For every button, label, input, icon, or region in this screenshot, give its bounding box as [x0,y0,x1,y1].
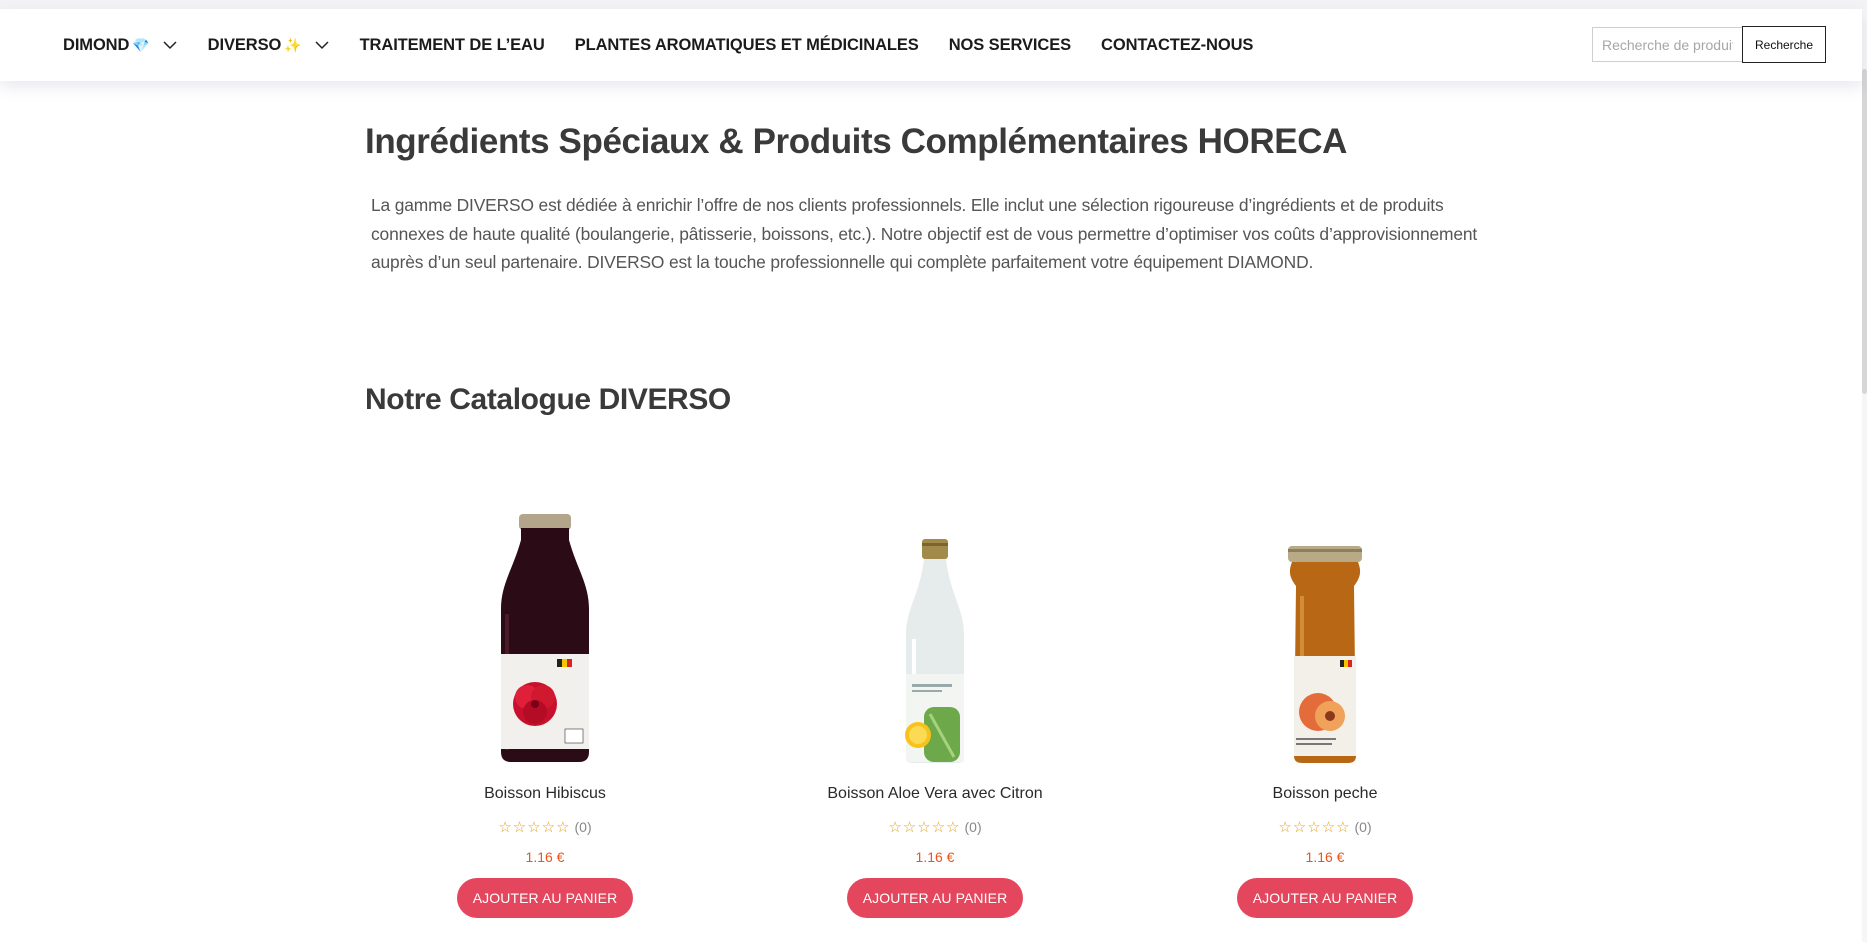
nav-item-label: CONTACTEZ-NOUS [1101,35,1254,54]
add-to-cart-button[interactable]: AJOUTER AU PANIER [1236,878,1414,918]
product-rating: ☆☆☆☆☆ (0) [405,818,685,836]
rating-count: (0) [574,819,592,835]
product-card: Boisson peche ☆☆☆☆☆ (0) 1.16 € AJOUTER A… [1185,510,1465,918]
search-form: Recherche [1592,26,1826,63]
nav-item-label: NOS SERVICES [948,35,1072,54]
product-rating: ☆☆☆☆☆ (0) [795,818,1075,836]
nav-item-label: DIVERSO [207,35,282,54]
product-image-link[interactable] [1185,510,1465,764]
product-name[interactable]: Boisson peche [1185,785,1465,803]
nav-item-label: DIMOND [63,35,130,54]
sparkles-icon: ✨ [284,36,302,53]
nav-item-contact[interactable]: CONTACTEZ-NOUS [1101,36,1253,55]
main-nav: DIMOND 💎 DIVERSO ✨ TRAITEMENT DE L’EAU P… [63,9,1283,81]
product-rating: ☆☆☆☆☆ (0) [1185,818,1465,836]
nav-item-traitement-eau[interactable]: TRAITEMENT DE L’EAU [360,36,545,55]
nav-item-label: PLANTES AROMATIQUES ET MÉDICINALES [574,35,919,54]
product-price: 1.16 € [1305,849,1345,865]
hibiscus-bottle-icon [501,514,589,762]
aloe-vera-bottle-icon [905,539,964,763]
nav-item-diverso[interactable]: DIVERSO ✨ [208,36,330,55]
rating-count: (0) [964,819,982,835]
rating-stars-icon: ☆☆☆☆☆ [1278,819,1351,836]
page-title: Ingrédients Spéciaux & Produits Compléme… [365,122,1347,161]
peach-bottle-icon [1288,546,1362,763]
top-strip [0,0,1867,9]
rating-stars-icon: ☆☆☆☆☆ [888,819,961,836]
product-image-link[interactable] [405,510,685,764]
chevron-down-icon[interactable] [314,37,330,53]
nav-item-plantes[interactable]: PLANTES AROMATIQUES ET MÉDICINALES [575,36,919,55]
product-price: 1.16 € [915,849,955,865]
intro-paragraph: La gamme DIVERSO est dédiée à enrichir l… [371,195,1478,272]
product-name[interactable]: Boisson Aloe Vera avec Citron [795,785,1075,803]
product-price: 1.16 € [525,849,565,865]
nav-item-dimond[interactable]: DIMOND 💎 [63,36,178,55]
product-name[interactable]: Boisson Hibiscus [405,785,685,803]
scrollbar-thumb[interactable] [1862,69,1867,394]
product-image-link[interactable] [795,510,1075,764]
chevron-down-icon[interactable] [162,37,178,53]
add-to-cart-button[interactable]: AJOUTER AU PANIER [846,878,1024,918]
search-button[interactable]: Recherche [1742,26,1826,63]
catalog-title: Notre Catalogue DIVERSO [365,383,731,416]
nav-item-services[interactable]: NOS SERVICES [949,36,1071,55]
nav-item-label: TRAITEMENT DE L’EAU [359,35,545,54]
scrollbar[interactable] [1862,9,1867,942]
product-card: Boisson Aloe Vera avec Citron ☆☆☆☆☆ (0) … [795,510,1075,918]
gem-icon: 💎 [132,36,150,53]
site-header: DIMOND 💎 DIVERSO ✨ TRAITEMENT DE L’EAU P… [0,9,1862,81]
rating-stars-icon: ☆☆☆☆☆ [498,819,571,836]
product-card: Boisson Hibiscus ☆☆☆☆☆ (0) 1.16 € AJOUTE… [405,510,685,918]
add-to-cart-button[interactable]: AJOUTER AU PANIER [456,878,634,918]
rating-count: (0) [1354,819,1372,835]
search-input[interactable] [1592,27,1742,62]
